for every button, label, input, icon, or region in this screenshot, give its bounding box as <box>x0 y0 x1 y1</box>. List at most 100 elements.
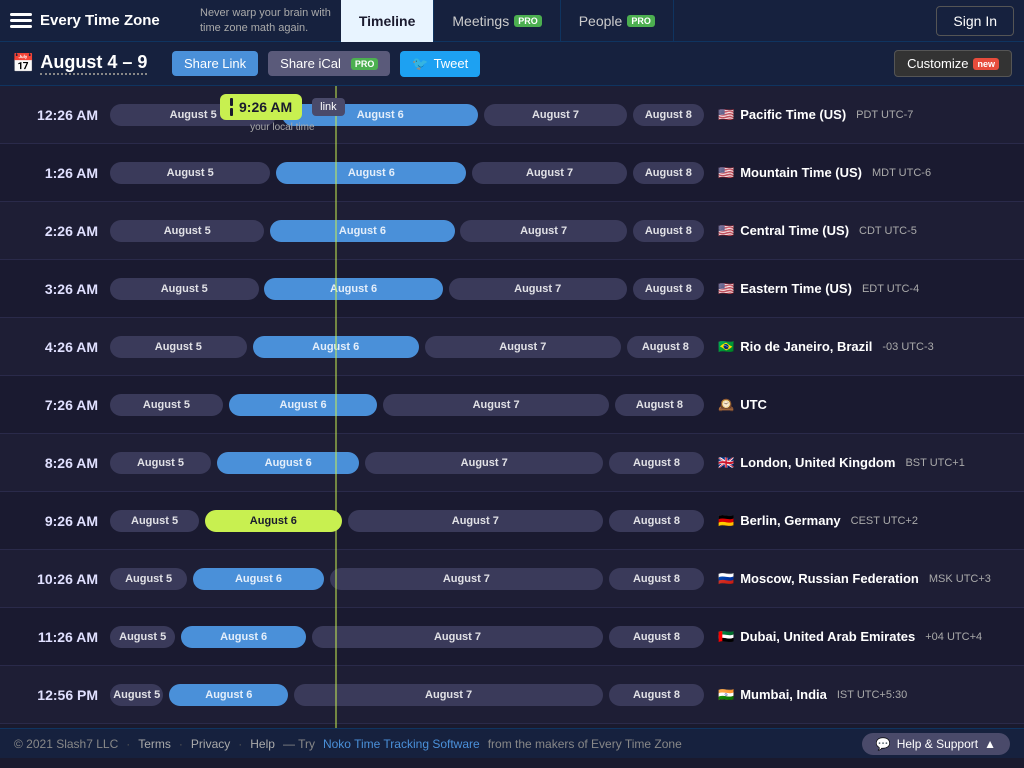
day-bar: August 6 <box>205 510 342 532</box>
tz-time-central: 2:26 AM <box>0 223 110 239</box>
tz-code-central: CDT UTC-5 <box>859 225 917 237</box>
timezone-row-eastern: 3:26 AMAugust 5August 6August 7August 8🇺… <box>0 260 1024 318</box>
tweet-button[interactable]: 🐦 Tweet <box>400 51 480 77</box>
tz-code-london: BST UTC+1 <box>905 457 964 469</box>
tz-flag-pacific: 🇺🇸 <box>718 107 734 123</box>
tz-flag-london: 🇬🇧 <box>718 455 734 471</box>
help-support-button[interactable]: 💬 Help & Support ▲ <box>862 733 1010 755</box>
timezone-row-brazil: 4:26 AMAugust 5August 6August 7August 8🇧… <box>0 318 1024 376</box>
timezone-rows: 12:26 AMAugust 5August 6August 7August 8… <box>0 86 1024 724</box>
day-bar: August 6 <box>276 162 466 184</box>
tz-bar-area-london: August 5August 6August 7August 8 <box>110 434 704 492</box>
current-time-line <box>335 86 337 728</box>
day-bar: August 8 <box>633 278 704 300</box>
day-bar: August 8 <box>627 336 704 358</box>
day-bar: August 6 <box>217 452 360 474</box>
tz-bar-area-mountain: August 5August 6August 7August 8 <box>110 144 704 202</box>
chevron-up-icon: ▲ <box>984 737 996 751</box>
day-bar: August 5 <box>110 220 264 242</box>
day-bar: August 8 <box>615 394 704 416</box>
share-ical-button[interactable]: Share iCal Pro <box>268 51 390 76</box>
tz-code-dubai: +04 UTC+4 <box>925 631 982 643</box>
day-bar: August 5 <box>110 626 175 648</box>
day-bar: August 8 <box>633 104 704 126</box>
tz-name-mountain: Mountain Time (US) <box>740 165 862 180</box>
timeline-container[interactable]: 9:26 AM link your local time 12:26 AMAug… <box>0 86 1024 728</box>
day-bar: August 6 <box>229 394 378 416</box>
tz-code-pacific: PDT UTC-7 <box>856 109 913 121</box>
tz-name-london: London, United Kingdom <box>740 455 895 470</box>
tz-time-mumbai: 12:56 PM <box>0 687 110 703</box>
tz-time-moscow: 10:26 AM <box>0 571 110 587</box>
day-bar: August 6 <box>181 626 306 648</box>
chat-icon: 💬 <box>876 737 891 751</box>
tz-flag-berlin: 🇩🇪 <box>718 513 734 529</box>
day-bar: August 5 <box>110 336 247 358</box>
menu-icon[interactable] <box>10 13 32 28</box>
tz-code-mountain: MDT UTC-6 <box>872 167 931 179</box>
time-bars-icon <box>230 98 233 116</box>
tz-time-dubai: 11:26 AM <box>0 629 110 645</box>
timezone-row-dubai: 11:26 AMAugust 5August 6August 7August 8… <box>0 608 1024 666</box>
current-time-pill: 9:26 AM <box>220 94 302 120</box>
day-bar: August 8 <box>609 452 704 474</box>
logo-text[interactable]: Every Time Zone <box>40 12 160 29</box>
tz-time-london: 8:26 AM <box>0 455 110 471</box>
share-link-button[interactable]: Share Link <box>172 51 258 76</box>
day-bar: August 7 <box>294 684 603 706</box>
local-time-label: your local time <box>250 122 314 133</box>
day-bar: August 7 <box>383 394 609 416</box>
people-pro-badge: Pro <box>627 15 655 27</box>
tz-label-berlin: 🇩🇪 Berlin, Germany CEST UTC+2 <box>704 513 1024 529</box>
customize-new-badge: new <box>973 58 999 70</box>
tz-time-brazil: 4:26 AM <box>0 339 110 355</box>
tz-name-dubai: Dubai, United Arab Emirates <box>740 629 915 644</box>
tz-flag-eastern: 🇺🇸 <box>718 281 734 297</box>
timezone-row-mumbai: 12:56 PMAugust 5August 6August 7August 8… <box>0 666 1024 724</box>
copyright: © 2021 Slash7 LLC <box>14 737 118 751</box>
privacy-link[interactable]: Privacy <box>191 737 230 751</box>
tz-time-mountain: 1:26 AM <box>0 165 110 181</box>
day-bar: August 6 <box>270 220 454 242</box>
tz-time-berlin: 9:26 AM <box>0 513 110 529</box>
tz-bar-area-eastern: August 5August 6August 7August 8 <box>110 260 704 318</box>
day-bar: August 7 <box>348 510 603 532</box>
time-link-button[interactable]: link <box>312 98 345 116</box>
tab-timeline[interactable]: Timeline <box>341 0 435 42</box>
tz-label-moscow: 🇷🇺Moscow, Russian FederationMSK UTC+3 <box>704 571 1024 587</box>
tz-bar-area-moscow: August 5August 6August 7August 8 <box>110 550 704 608</box>
tz-time-eastern: 3:26 AM <box>0 281 110 297</box>
tz-code-berlin: CEST UTC+2 <box>851 515 918 527</box>
tz-bar-area-dubai: August 5August 6August 7August 8 <box>110 608 704 666</box>
timezone-row-mountain: 1:26 AMAugust 5August 6August 7August 8 🇺… <box>0 144 1024 202</box>
tz-name-eastern: Eastern Time (US) <box>740 281 852 296</box>
tab-people[interactable]: People Pro <box>561 0 674 42</box>
tz-label-eastern: 🇺🇸Eastern Time (US)EDT UTC-4 <box>704 281 1024 297</box>
tz-name-moscow: Moscow, Russian Federation <box>740 571 919 586</box>
day-bar: August 6 <box>169 684 288 706</box>
day-bar: August 7 <box>330 568 603 590</box>
day-bar: August 8 <box>609 568 704 590</box>
sign-in-button[interactable]: Sign In <box>936 6 1014 36</box>
day-bar: August 5 <box>110 510 199 532</box>
day-bar: August 5 <box>110 684 163 706</box>
current-time-indicator: 9:26 AM link your local time <box>220 94 345 133</box>
tz-label-mumbai: 🇮🇳Mumbai, IndiaIST UTC+5:30 <box>704 687 1024 703</box>
tz-label-central: 🇺🇸Central Time (US)CDT UTC-5 <box>704 223 1024 239</box>
day-bar: August 7 <box>449 278 627 300</box>
ical-pro-badge: Pro <box>351 58 379 70</box>
tz-flag-moscow: 🇷🇺 <box>718 571 734 587</box>
date-range-text[interactable]: August 4 – 9 <box>40 52 147 75</box>
tab-meetings[interactable]: Meetings Pro <box>434 0 560 42</box>
tz-name-brazil: Rio de Janeiro, Brazil <box>740 339 872 354</box>
terms-link[interactable]: Terms <box>138 737 171 751</box>
tz-bar-area-utc: August 5August 6August 7August 8 <box>110 376 704 434</box>
help-link[interactable]: Help <box>250 737 275 751</box>
tz-flag-mountain: 🇺🇸 <box>718 165 734 181</box>
noko-link[interactable]: Noko Time Tracking Software <box>323 737 480 751</box>
tz-name-berlin: Berlin, Germany <box>740 513 840 528</box>
tz-flag-brazil: 🇧🇷 <box>718 339 734 355</box>
timezone-row-moscow: 10:26 AMAugust 5August 6August 7August 8… <box>0 550 1024 608</box>
try-text: — Try <box>283 737 315 751</box>
customize-button[interactable]: Customize new <box>894 50 1012 77</box>
